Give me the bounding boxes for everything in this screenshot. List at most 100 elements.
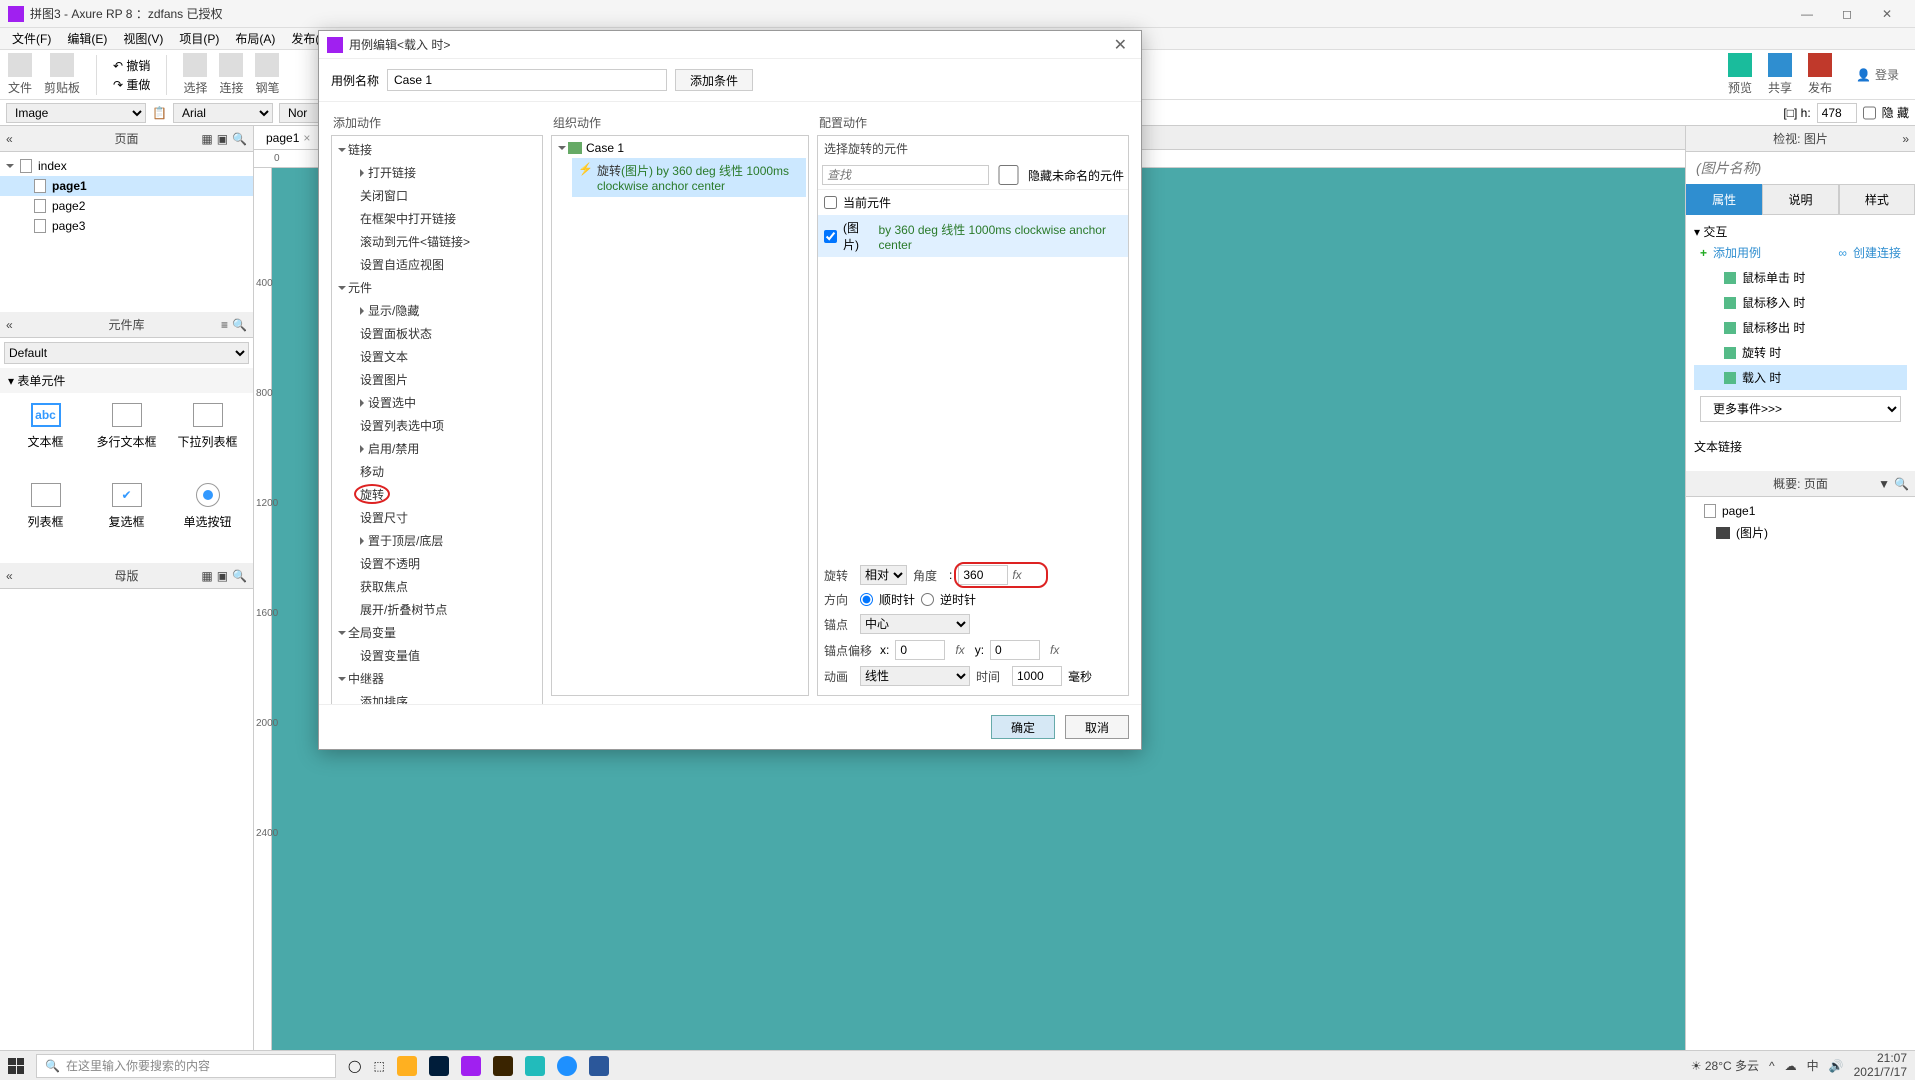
action-set-opacity[interactable]: 设置不透明 [332,552,542,575]
filter-icon[interactable]: ▼ [1878,477,1890,491]
task-view-icon[interactable]: ◯ [348,1059,361,1073]
event-mouseout[interactable]: 鼠标移出 时 [1694,315,1907,340]
tab-notes[interactable]: 说明 [1762,184,1838,215]
volume-icon[interactable]: 🔊 [1829,1059,1844,1073]
ccw-radio[interactable] [921,593,934,606]
widget-name[interactable]: (图片名称) [1686,152,1915,184]
preview-button[interactable]: 预览 [1728,53,1752,96]
hide-unnamed-checkbox[interactable] [995,165,1022,185]
event-load[interactable]: 载入 时 [1694,365,1907,390]
widget-textfield[interactable]: abc文本框 [10,403,81,473]
create-link-link[interactable]: 创建连接 [1853,244,1901,261]
search-icon[interactable]: 🔍 [232,318,247,332]
panel-collapse-icon[interactable]: « [6,569,13,583]
page-item-page3[interactable]: page3 [0,216,253,236]
illustrator-icon[interactable] [493,1056,513,1076]
minimize-button[interactable]: — [1787,0,1827,28]
maximize-button[interactable]: ◻ [1827,0,1867,28]
cancel-button[interactable]: 取消 [1065,715,1129,739]
action-adaptive-view[interactable]: 设置自适应视图 [332,253,542,276]
group-repeater[interactable]: 中继器 [332,667,542,690]
ime-icon[interactable]: 中 [1807,1057,1819,1074]
library-select[interactable]: Default [4,342,249,364]
weather-widget[interactable]: ☀ 28°C 多云 [1691,1057,1759,1074]
menu-project[interactable]: 项目(P) [171,28,227,49]
explorer-icon[interactable] [397,1056,417,1076]
add-folder-icon[interactable]: ▣ [217,132,228,146]
start-button[interactable] [8,1058,24,1074]
angle-input[interactable] [958,565,1008,585]
add-condition-button[interactable]: 添加条件 [675,69,753,91]
panel-collapse-icon[interactable]: » [1902,132,1909,146]
tray-up-icon[interactable]: ^ [1769,1059,1775,1073]
event-rotate[interactable]: 旋转 时 [1694,340,1907,365]
edge-icon[interactable] [557,1056,577,1076]
org-action-item[interactable]: ⚡ 旋转(图片) by 360 deg 线性 1000ms clockwise … [572,158,806,197]
offset-x-input[interactable] [895,640,945,660]
action-rotate[interactable]: 旋转 [332,483,542,506]
action-open-in-frame[interactable]: 在框架中打开链接 [332,207,542,230]
undo-button[interactable]: ↶ 撤销 [113,57,150,74]
action-bring-front[interactable]: 置于顶层/底层 [332,529,542,552]
rotate-mode-select[interactable]: 相对 [860,565,907,585]
offset-y-input[interactable] [990,640,1040,660]
interact-section-toggle[interactable]: ▾ 交互 [1694,223,1907,240]
action-close-window[interactable]: 关闭窗口 [332,184,542,207]
menu-file[interactable]: 文件(F) [4,28,59,49]
outline-page[interactable]: page1 [1686,501,1915,521]
panel-collapse-icon[interactable]: « [6,132,13,146]
taskbar-clock[interactable]: 21:072021/7/17 [1854,1052,1907,1078]
action-set-image[interactable]: 设置图片 [332,368,542,391]
connect-button[interactable]: 连接 [219,53,243,96]
canvas-tab[interactable]: page1× [254,126,323,149]
ok-button[interactable]: 确定 [991,715,1055,739]
menu-view[interactable]: 视图(V) [115,28,171,49]
dialog-close-button[interactable]: ✕ [1108,35,1133,55]
login-button[interactable]: 👤 登录 [1848,62,1907,87]
clipboard-button[interactable]: 剪贴板 [44,53,80,96]
org-case-root[interactable]: Case 1 [554,138,806,158]
action-show-hide[interactable]: 显示/隐藏 [332,299,542,322]
action-enable-disable[interactable]: 启用/禁用 [332,437,542,460]
action-scroll-to[interactable]: 滚动到元件<锚链接> [332,230,542,253]
cfg-search-input[interactable] [822,165,989,185]
menu-edit[interactable]: 编辑(E) [59,28,115,49]
hide-checkbox[interactable] [1863,103,1876,123]
widget-listbox[interactable]: 列表框 [10,483,81,553]
cortana-icon[interactable]: ⬚ [373,1059,384,1073]
axure-icon[interactable] [461,1056,481,1076]
tab-properties[interactable]: 属性 [1686,184,1762,215]
action-set-list-selected[interactable]: 设置列表选中项 [332,414,542,437]
widget-radio[interactable]: 单选按钮 [172,483,243,553]
publish-button[interactable]: 发布 [1808,53,1832,96]
app-icon[interactable] [525,1056,545,1076]
anchor-select[interactable]: 中心 [860,614,970,634]
page-folder[interactable]: index [0,156,253,176]
copy-style-icon[interactable]: 📋 [152,106,167,120]
search-icon[interactable]: 🔍 [1894,477,1909,491]
action-set-text[interactable]: 设置文本 [332,345,542,368]
cfg-item-current[interactable]: 当前元件 [818,190,1128,215]
widget-group[interactable]: ▾ 表单元件 [0,368,253,393]
redo-button[interactable]: ↷ 重做 [113,76,150,93]
add-page-icon[interactable]: ▦ [201,132,212,146]
action-set-variable[interactable]: 设置变量值 [332,644,542,667]
case-name-input[interactable] [387,69,667,91]
close-button[interactable]: ✕ [1867,0,1907,28]
time-input[interactable] [1012,666,1062,686]
action-open-link[interactable]: 打开链接 [332,161,542,184]
group-links[interactable]: 链接 [332,138,542,161]
action-focus[interactable]: 获取焦点 [332,575,542,598]
action-set-size[interactable]: 设置尺寸 [332,506,542,529]
action-add-sort[interactable]: 添加排序 [332,690,542,704]
tab-style[interactable]: 样式 [1839,184,1915,215]
action-set-selected[interactable]: 设置选中 [332,391,542,414]
pen-button[interactable]: 钢笔 [255,53,279,96]
file-button[interactable]: 文件 [8,53,32,96]
photoshop-icon[interactable] [429,1056,449,1076]
widget-textarea[interactable]: 多行文本框 [91,403,162,473]
lib-menu-icon[interactable]: ≡ [221,318,228,332]
onedrive-icon[interactable]: ☁ [1785,1059,1797,1073]
y-fx-button[interactable]: fx [1046,643,1063,657]
widget-checkbox[interactable]: ✔复选框 [91,483,162,553]
